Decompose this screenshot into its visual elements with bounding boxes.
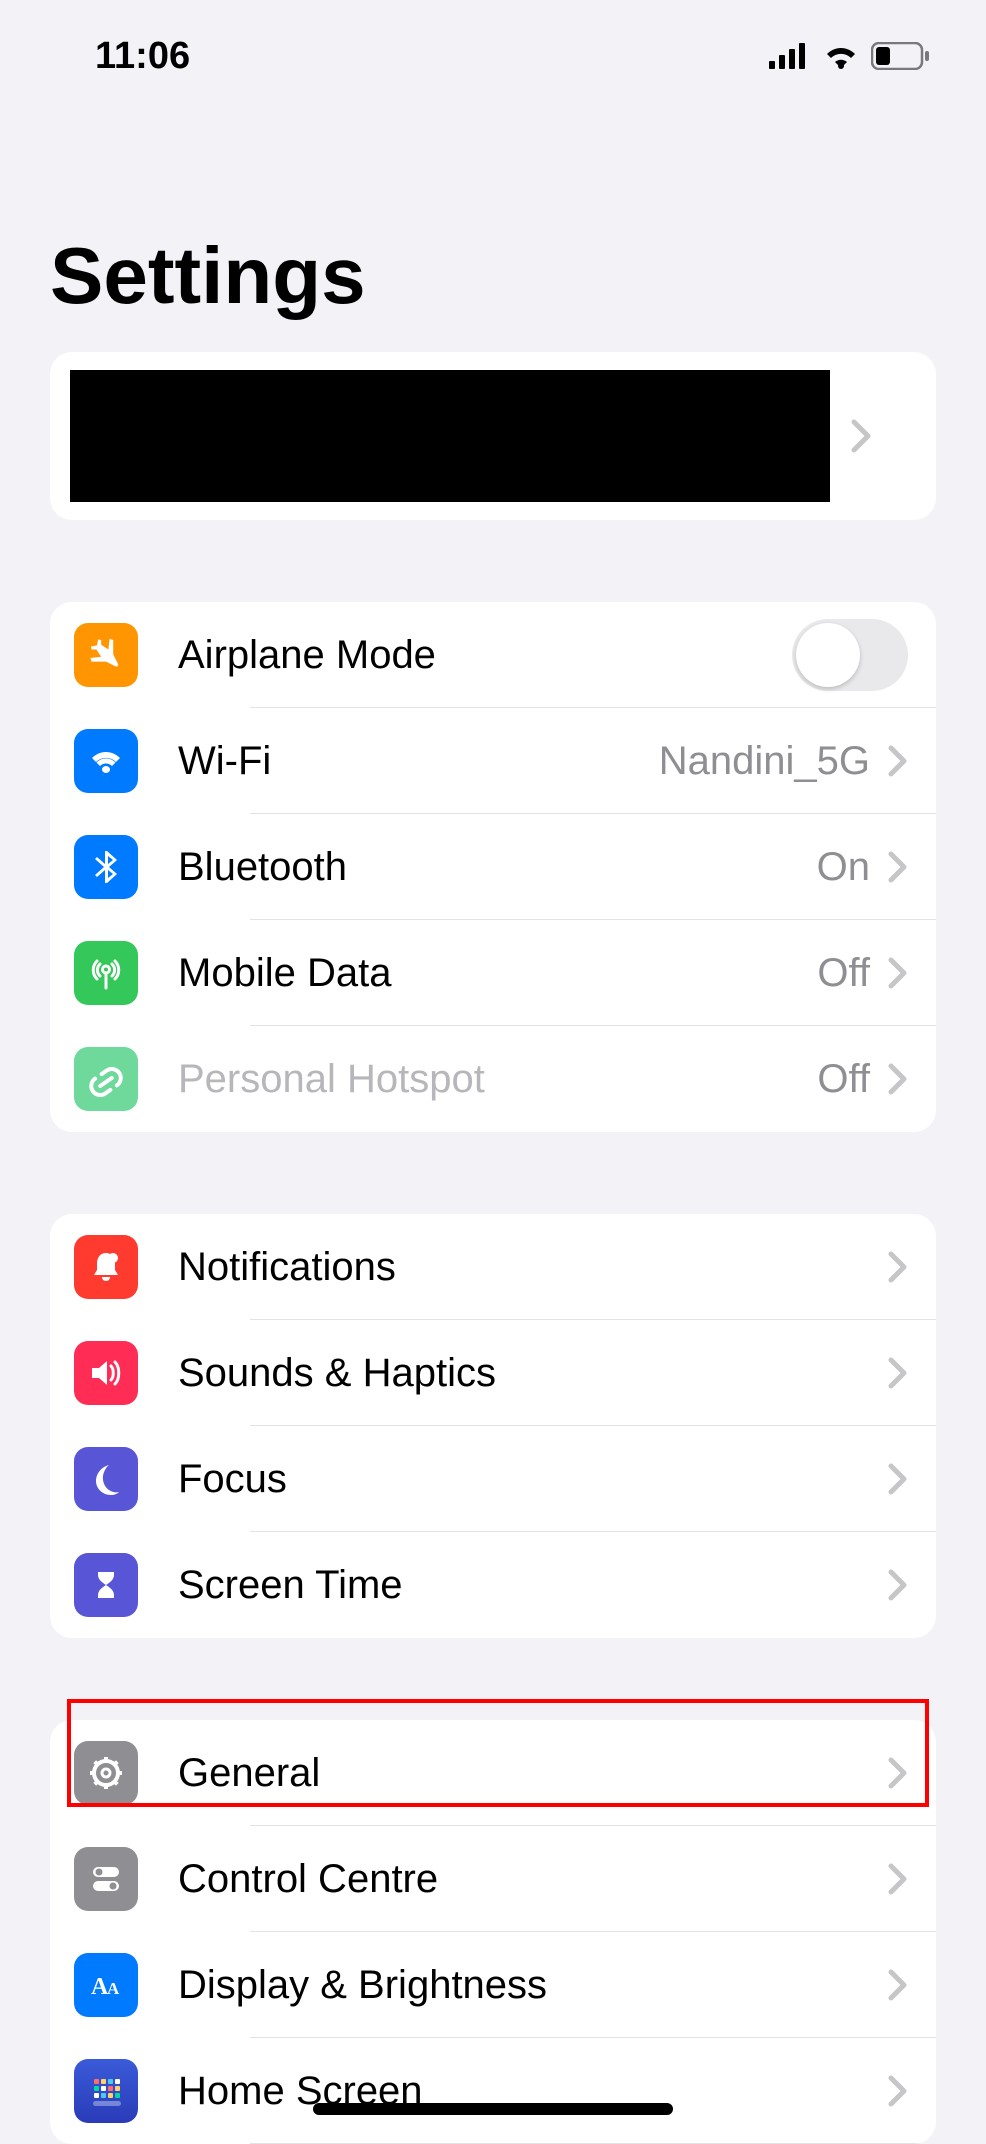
home-grid-icon <box>74 2059 138 2123</box>
chevron-right-icon <box>888 1251 908 1283</box>
row-screen-time[interactable]: Screen Time <box>50 1532 936 1638</box>
row-value: On <box>817 845 870 890</box>
home-indicator[interactable] <box>313 2103 673 2115</box>
row-label: Display & Brightness <box>178 1963 888 2008</box>
row-sounds-haptics[interactable]: Sounds & Haptics <box>50 1320 936 1426</box>
account-row[interactable] <box>50 352 936 520</box>
svg-text:A: A <box>107 1979 120 1998</box>
settings-group-device: General Control Centre AA Display & Brig… <box>50 1720 936 2144</box>
wifi-icon <box>74 729 138 793</box>
speaker-icon <box>74 1341 138 1405</box>
row-label: Wi-Fi <box>178 739 659 784</box>
text-size-icon: AA <box>74 1953 138 2017</box>
row-value: Off <box>817 951 870 996</box>
row-label: Personal Hotspot <box>178 1057 817 1102</box>
row-personal-hotspot[interactable]: Personal Hotspot Off <box>50 1026 936 1132</box>
row-label: Focus <box>178 1457 888 1502</box>
status-bar: 11:06 <box>0 0 986 90</box>
battery-icon <box>871 42 931 70</box>
settings-group-alerts: Notifications Sounds & Haptics Focus Scr… <box>50 1214 936 1638</box>
chevron-right-icon <box>888 957 908 989</box>
chevron-right-icon <box>888 745 908 777</box>
chevron-right-icon <box>888 1357 908 1389</box>
wifi-icon <box>821 42 861 70</box>
settings-group-connectivity: Airplane Mode Wi-Fi Nandini_5G Bluetooth… <box>50 602 936 1132</box>
row-label: Mobile Data <box>178 951 817 996</box>
chevron-right-icon <box>888 1969 908 2001</box>
bell-icon <box>74 1235 138 1299</box>
status-time: 11:06 <box>95 35 190 78</box>
chevron-right-icon <box>888 851 908 883</box>
row-notifications[interactable]: Notifications <box>50 1214 936 1320</box>
row-control-centre[interactable]: Control Centre <box>50 1826 936 1932</box>
row-label: Control Centre <box>178 1857 888 1902</box>
row-label: Notifications <box>178 1245 888 1290</box>
row-label: Screen Time <box>178 1563 888 1608</box>
chevron-right-icon <box>888 1569 908 1601</box>
chevron-right-icon <box>850 418 872 454</box>
row-mobile-data[interactable]: Mobile Data Off <box>50 920 936 1026</box>
row-home-screen[interactable]: Home Screen <box>50 2038 936 2144</box>
cellular-signal-icon <box>769 43 811 69</box>
row-label: General <box>178 1751 888 1796</box>
hotspot-icon <box>74 1047 138 1111</box>
row-focus[interactable]: Focus <box>50 1426 936 1532</box>
row-bluetooth[interactable]: Bluetooth On <box>50 814 936 920</box>
row-airplane-mode[interactable]: Airplane Mode <box>50 602 936 708</box>
row-wifi[interactable]: Wi-Fi Nandini_5G <box>50 708 936 814</box>
gear-icon <box>74 1741 138 1805</box>
chevron-right-icon <box>888 1063 908 1095</box>
hourglass-icon <box>74 1553 138 1617</box>
bluetooth-icon <box>74 835 138 899</box>
chevron-right-icon <box>888 1863 908 1895</box>
airplane-icon <box>74 623 138 687</box>
toggles-icon <box>74 1847 138 1911</box>
row-general[interactable]: General <box>50 1720 936 1826</box>
row-label: Bluetooth <box>178 845 817 890</box>
page-title: Settings <box>0 90 986 352</box>
row-label: Sounds & Haptics <box>178 1351 888 1396</box>
status-icons <box>769 42 931 70</box>
row-label: Airplane Mode <box>178 633 792 678</box>
chevron-right-icon <box>888 2075 908 2107</box>
row-value: Off <box>817 1057 870 1102</box>
moon-icon <box>74 1447 138 1511</box>
chevron-right-icon <box>888 1463 908 1495</box>
row-value: Nandini_5G <box>659 739 870 784</box>
row-display-brightness[interactable]: AA Display & Brightness <box>50 1932 936 2038</box>
antenna-icon <box>74 941 138 1005</box>
airplane-toggle[interactable] <box>792 619 908 691</box>
redacted-account-block <box>70 370 830 502</box>
chevron-right-icon <box>888 1757 908 1789</box>
